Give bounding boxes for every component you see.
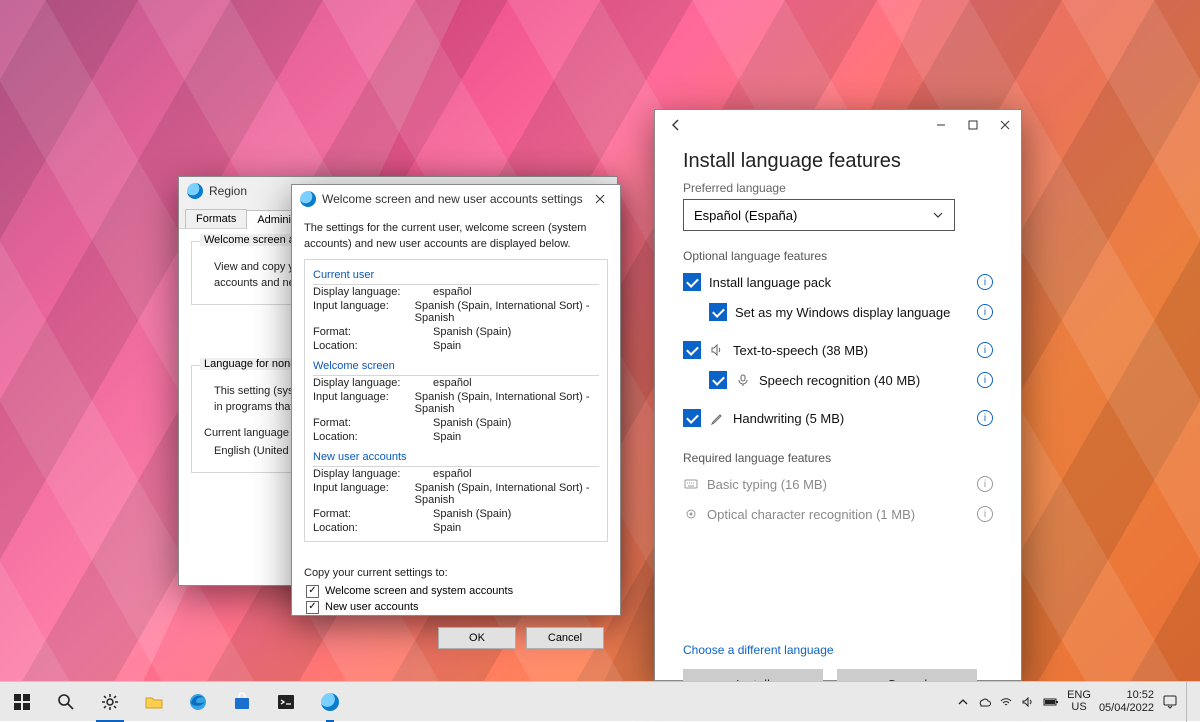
taskbar-store[interactable] [220, 682, 264, 722]
wifi-icon[interactable] [999, 696, 1013, 708]
ok-button[interactable]: OK [438, 627, 516, 649]
section-current-user: Current user [313, 266, 599, 285]
search-button[interactable] [44, 682, 88, 722]
checkbox-on-icon[interactable] [683, 273, 701, 291]
system-tray[interactable] [957, 696, 1059, 708]
feature-handwriting[interactable]: Handwriting (5 MB) i [683, 403, 993, 433]
store-icon [232, 692, 252, 712]
globe-icon [321, 693, 339, 711]
taskbar-region[interactable] [308, 682, 352, 722]
taskbar-terminal[interactable] [264, 682, 308, 722]
checkbox-icon[interactable] [306, 585, 319, 598]
tab-formats[interactable]: Formats [185, 209, 247, 228]
info-icon[interactable]: i [977, 342, 993, 358]
tray-overflow-icon[interactable] [957, 696, 969, 708]
start-button[interactable] [0, 682, 44, 722]
back-button[interactable] [663, 112, 689, 138]
globe-icon [300, 191, 316, 207]
taskbar-settings[interactable] [88, 682, 132, 722]
windows-logo-icon [12, 692, 32, 712]
section-welcome-screen: Welcome screen [313, 357, 599, 376]
required-ocr: Optical character recognition (1 MB) i [683, 499, 993, 529]
checkbox-icon[interactable] [306, 601, 319, 614]
install-language-window: Install language features Preferred lang… [654, 109, 1022, 681]
copy-newuser-checkbox-row[interactable]: New user accounts [306, 601, 608, 614]
globe-icon [187, 183, 203, 199]
microphone-icon [735, 372, 751, 388]
minimize-button[interactable] [925, 114, 957, 136]
install-heading: Install language features [683, 150, 993, 173]
required-basic: Basic typing (16 MB) i [683, 469, 993, 499]
choose-different-language-link[interactable]: Choose a different language [683, 643, 834, 657]
copy-settings-label: Copy your current settings to: [304, 566, 608, 582]
volume-icon[interactable] [1021, 696, 1035, 708]
checkbox-on-icon[interactable] [683, 341, 701, 359]
info-icon[interactable]: i [977, 304, 993, 320]
welcome-settings-dialog: Welcome screen and new user accounts set… [291, 184, 621, 616]
show-desktop-button[interactable] [1186, 682, 1192, 722]
info-icon[interactable]: i [977, 372, 993, 388]
info-icon[interactable]: i [977, 274, 993, 290]
install-titlebar[interactable] [655, 110, 1021, 140]
checkbox-on-icon[interactable] [709, 371, 727, 389]
info-icon[interactable]: i [977, 476, 993, 492]
install-close-button[interactable] [989, 114, 1021, 136]
feature-install-pack[interactable]: Install language pack i [683, 267, 993, 297]
ocr-icon [683, 506, 699, 522]
region-title: Region [209, 184, 247, 198]
required-label: Required language features [683, 451, 993, 465]
preferred-language-value: Español (España) [694, 208, 797, 223]
checkbox-on-icon[interactable] [683, 409, 701, 427]
taskbar-explorer[interactable] [132, 682, 176, 722]
copy-welcome-checkbox-row[interactable]: Welcome screen and system accounts [306, 585, 608, 598]
cancel-button[interactable]: Cancel [526, 627, 604, 649]
info-icon[interactable]: i [977, 410, 993, 426]
welcome-close-button[interactable] [584, 188, 616, 210]
feature-speech[interactable]: Speech recognition (40 MB) i [683, 365, 993, 395]
notifications-icon[interactable] [1162, 694, 1178, 710]
feature-tts[interactable]: Text-to-speech (38 MB) i [683, 335, 993, 365]
terminal-icon [276, 692, 296, 712]
section-new-user: New user accounts [313, 448, 599, 467]
preferred-language-dropdown[interactable]: Español (España) [683, 199, 955, 231]
copy-welcome-label: Welcome screen and system accounts [325, 585, 513, 597]
onedrive-icon[interactable] [977, 696, 991, 708]
copy-newuser-label: New user accounts [325, 601, 419, 613]
welcome-dialog-title: Welcome screen and new user accounts set… [322, 192, 583, 206]
folder-icon [144, 692, 164, 712]
maximize-button[interactable] [957, 114, 989, 136]
welcome-intro: The settings for the current user, welco… [304, 221, 608, 253]
speaker-icon [709, 342, 725, 358]
chevron-down-icon [932, 209, 944, 221]
pencil-icon [709, 410, 725, 426]
welcome-dialog-titlebar[interactable]: Welcome screen and new user accounts set… [292, 185, 620, 213]
taskbar-edge[interactable] [176, 682, 220, 722]
checkbox-on-icon[interactable] [709, 303, 727, 321]
optional-label: Optional language features [683, 249, 993, 263]
battery-icon[interactable] [1043, 697, 1059, 707]
edge-icon [188, 692, 208, 712]
gear-icon [100, 692, 120, 712]
language-indicator[interactable]: ENG US [1067, 690, 1091, 713]
info-icon[interactable]: i [977, 506, 993, 522]
search-icon [56, 692, 76, 712]
taskbar-clock[interactable]: 10:52 05/04/2022 [1099, 689, 1154, 713]
feature-set-display[interactable]: Set as my Windows display language i [683, 297, 993, 327]
keyboard-icon [683, 476, 699, 492]
preferred-label: Preferred language [683, 181, 993, 195]
taskbar: ENG US 10:52 05/04/2022 [0, 681, 1200, 721]
